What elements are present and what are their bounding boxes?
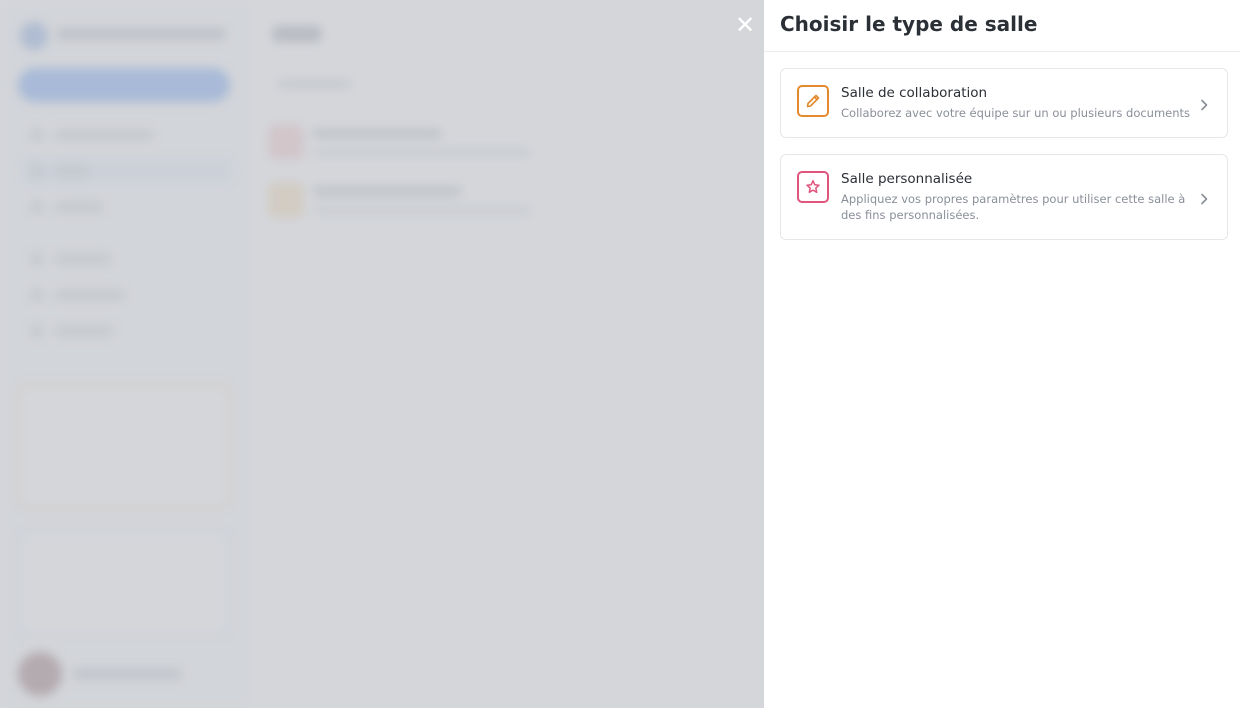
drawer-header: Choisir le type de salle: [764, 0, 1240, 52]
room-type-drawer: Choisir le type de salle Salle de collab…: [764, 0, 1240, 708]
chevron-right-icon: [1197, 97, 1211, 111]
modal-backdrop[interactable]: [0, 0, 764, 708]
pencil-icon: [797, 85, 829, 117]
option-description: Collaborez avec votre équipe sur un ou p…: [841, 106, 1191, 120]
option-custom-room[interactable]: Salle personnalisée Appliquez vos propre…: [780, 154, 1228, 240]
close-button[interactable]: ✕: [733, 12, 757, 38]
close-icon: ✕: [734, 11, 756, 39]
drawer-title: Choisir le type de salle: [780, 12, 1038, 36]
star-icon: [797, 171, 829, 203]
chevron-right-icon: [1197, 191, 1211, 205]
option-title: Salle de collaboration: [841, 85, 988, 101]
option-description: Appliquez vos propres paramètres pour ut…: [841, 192, 1186, 222]
option-title: Salle personnalisée: [841, 171, 973, 187]
option-collaboration-room[interactable]: Salle de collaboration Collaborez avec v…: [780, 68, 1228, 138]
